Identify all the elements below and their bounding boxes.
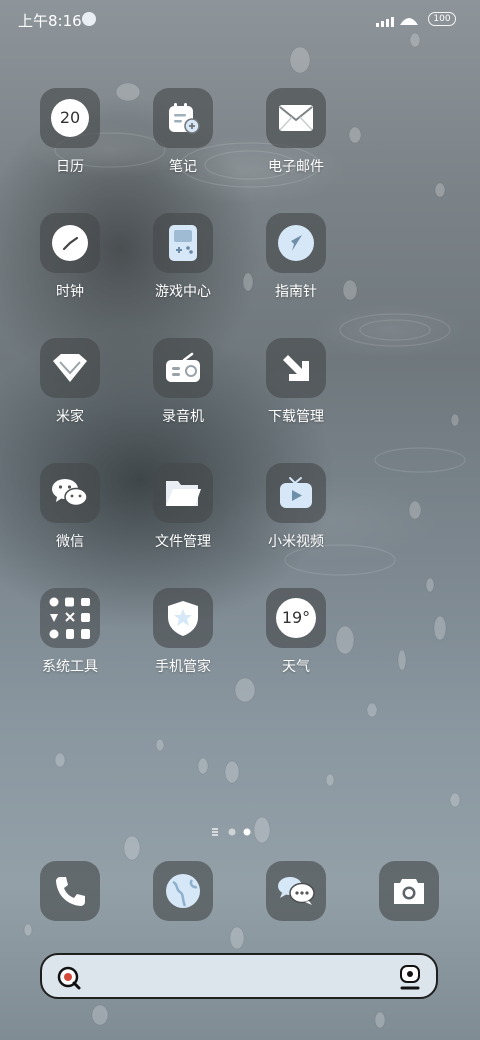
browser-icon (166, 874, 200, 908)
app-label: 电子邮件 (268, 159, 324, 175)
voice-assistant-icon[interactable] (398, 964, 422, 990)
app-label: 手机管家 (155, 659, 211, 675)
app-label: 系统工具 (42, 659, 98, 675)
app-download-manager[interactable]: 下载管理 (246, 338, 346, 426)
app-calendar[interactable]: 20 日历 (20, 88, 120, 176)
app-label: 笔记 (169, 159, 197, 175)
gamepad-icon (153, 213, 213, 273)
page-indicator[interactable] (212, 823, 262, 836)
signal-icon (376, 17, 394, 27)
security-shield-icon (153, 588, 213, 648)
app-notes[interactable]: 笔记 (133, 88, 233, 176)
page-list-icon (212, 828, 218, 836)
wechat-icon (40, 463, 100, 523)
calendar-date: 20 (51, 99, 89, 137)
app-mijia[interactable]: 米家 (20, 338, 120, 426)
status-bar: 上午8:16 100 (0, 0, 480, 40)
app-recorder[interactable]: 录音机 (133, 338, 233, 426)
app-label: 微信 (56, 534, 84, 550)
download-icon (266, 338, 326, 398)
dock-phone[interactable] (40, 861, 100, 921)
app-compass[interactable]: 指南针 (246, 213, 346, 301)
phone-icon (56, 877, 85, 906)
app-label: 文件管理 (155, 534, 211, 550)
dock-messages[interactable] (266, 861, 326, 921)
app-label: 时钟 (56, 284, 84, 300)
dock-browser[interactable] (153, 861, 213, 921)
weather-temperature: 19° (276, 598, 316, 638)
app-clock[interactable]: 时钟 (20, 213, 120, 301)
notes-icon (153, 88, 213, 148)
app-label: 游戏中心 (155, 284, 211, 300)
video-icon (266, 463, 326, 523)
folder-icon (153, 463, 213, 523)
folder-system-tools[interactable]: 系统工具 (20, 588, 120, 676)
do-not-disturb-icon (82, 12, 96, 26)
app-weather[interactable]: 19° 天气 (246, 588, 346, 676)
app-label: 录音机 (162, 409, 204, 425)
clock-icon (40, 213, 100, 273)
wifi-icon (400, 18, 418, 25)
app-label: 指南针 (275, 284, 317, 300)
messages-icon (278, 877, 315, 905)
app-label: 下载管理 (268, 409, 324, 425)
app-label: 天气 (282, 659, 310, 675)
app-wechat[interactable]: 微信 (20, 463, 120, 551)
status-indicators: 100 (376, 11, 456, 29)
app-file-manager[interactable]: 文件管理 (133, 463, 233, 551)
calendar-icon: 20 (40, 88, 100, 148)
app-label: 日历 (56, 159, 84, 175)
app-game-center[interactable]: 游戏中心 (133, 213, 233, 301)
page-dot-active (243, 828, 251, 836)
recorder-icon (153, 338, 213, 398)
app-mi-video[interactable]: 小米视频 (246, 463, 346, 551)
system-tools-folder-icon (40, 588, 100, 648)
mijia-icon (40, 338, 100, 398)
app-label: 小米视频 (268, 534, 324, 550)
dock-camera[interactable] (379, 861, 439, 921)
camera-icon (394, 879, 424, 904)
app-label: 米家 (56, 409, 84, 425)
search-icon (57, 966, 81, 990)
app-email[interactable]: 电子邮件 (246, 88, 346, 176)
page-dot (228, 828, 236, 836)
app-security[interactable]: 手机管家 (133, 588, 233, 676)
search-bar[interactable] (40, 953, 438, 999)
weather-icon: 19° (266, 588, 326, 648)
compass-icon (266, 213, 326, 273)
battery-indicator: 100 (428, 12, 456, 26)
mail-icon (266, 88, 326, 148)
status-time: 上午8:16 (18, 12, 82, 30)
